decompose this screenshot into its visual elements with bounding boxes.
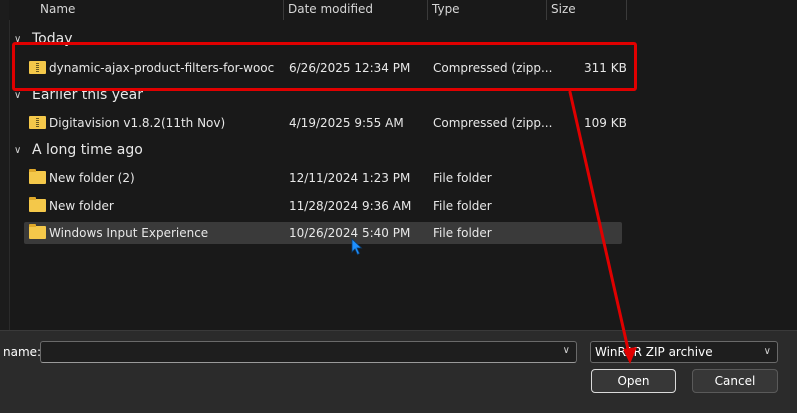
file-type-value: WinRAR ZIP archive <box>595 345 713 359</box>
zip-icon <box>29 116 46 129</box>
mouse-cursor-icon <box>351 238 363 256</box>
file-row[interactable]: Digitavision v1.8.2(11th Nov) 4/19/2025 … <box>24 112 627 134</box>
open-button[interactable]: Open <box>591 369 676 393</box>
annotation-highlight-box <box>12 42 637 91</box>
folder-row[interactable]: New folder 11/28/2024 9:36 AM File folde… <box>24 195 622 217</box>
column-header-type[interactable]: Type <box>428 0 547 20</box>
file-date: 12/11/2024 1:23 PM <box>289 171 411 185</box>
file-name: Digitavision v1.8.2(11th Nov) <box>49 116 226 130</box>
column-header-date[interactable]: Date modified <box>284 0 428 20</box>
file-type: Compressed (zipp... <box>433 116 553 130</box>
file-name: New folder <box>49 199 114 213</box>
file-type: File folder <box>433 226 492 240</box>
folder-row-selected[interactable]: Windows Input Experience 10/26/2024 5:40… <box>24 222 622 244</box>
file-name-label: name: <box>3 345 42 359</box>
file-date: 10/26/2024 5:40 PM <box>289 226 411 240</box>
folder-icon <box>29 224 46 239</box>
file-type: File folder <box>433 199 492 213</box>
chevron-down-icon: ∨ <box>763 346 771 357</box>
column-header-bar: Name Date modified Type Size <box>9 0 797 20</box>
file-date: 11/28/2024 9:36 AM <box>289 199 412 213</box>
file-type: File folder <box>433 171 492 185</box>
column-header-size[interactable]: Size <box>547 0 627 20</box>
file-name: Windows Input Experience <box>49 226 209 240</box>
chevron-down-icon: ∨ <box>14 145 22 156</box>
chevron-down-icon[interactable]: ∨ <box>563 345 570 356</box>
folder-row[interactable]: New folder (2) 12/11/2024 1:23 PM File f… <box>24 167 622 189</box>
file-date: 4/19/2025 9:55 AM <box>289 116 404 130</box>
cancel-button[interactable]: Cancel <box>692 369 778 393</box>
file-size: 109 KB <box>584 116 627 130</box>
column-header-name[interactable]: Name <box>36 0 284 20</box>
folder-icon <box>29 197 46 212</box>
file-type-dropdown[interactable]: WinRAR ZIP archive ∨ <box>590 341 778 363</box>
dialog-footer: name: ∨ WinRAR ZIP archive ∨ Open Cancel <box>0 330 797 413</box>
file-name-field[interactable]: ∨ <box>40 341 577 363</box>
folder-icon <box>29 169 46 184</box>
navigation-pane-edge <box>0 0 10 330</box>
file-name: New folder (2) <box>49 171 135 185</box>
group-header-long-ago[interactable]: ∨ A long time ago <box>14 139 143 161</box>
